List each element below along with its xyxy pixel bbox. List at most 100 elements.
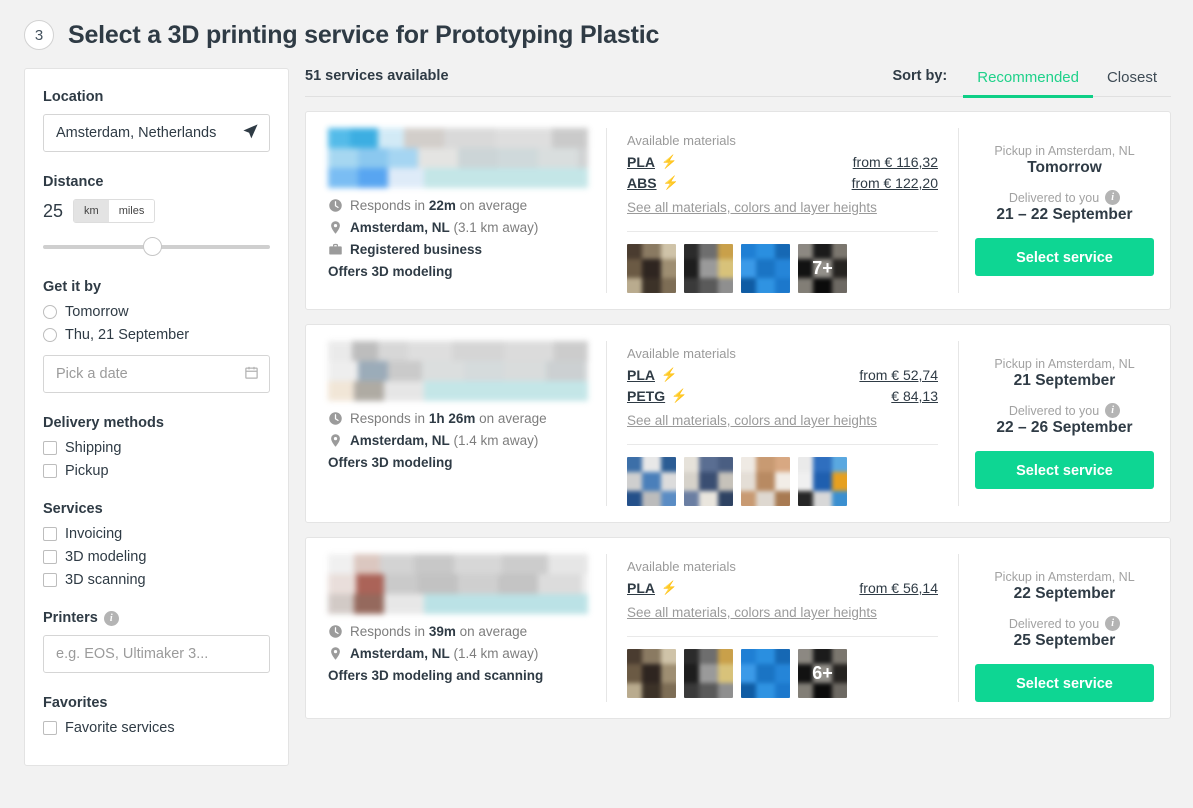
radio-option-thursday[interactable]: Thu, 21 September xyxy=(43,327,270,343)
select-service-button[interactable]: Select service xyxy=(975,238,1154,276)
distance-unit-toggle[interactable]: km miles xyxy=(73,199,156,223)
info-icon[interactable]: i xyxy=(1105,616,1121,631)
locate-arrow-icon[interactable] xyxy=(242,123,259,144)
service-cards-list: Responds in 22m on average Amsterdam, NL … xyxy=(305,111,1171,719)
sort-tab-closest[interactable]: Closest xyxy=(1093,69,1171,98)
printers-placeholder: e.g. EOS, Ultimaker 3... xyxy=(56,646,209,662)
material-row: PLA ⚡ from € 116,32 xyxy=(627,154,938,170)
material-name-link[interactable]: ABS xyxy=(627,175,657,191)
checkbox-icon[interactable] xyxy=(43,573,57,587)
service-photo-thumbnail[interactable] xyxy=(684,244,733,293)
service-photo-thumbnail[interactable] xyxy=(741,457,790,506)
select-service-button[interactable]: Select service xyxy=(975,664,1154,702)
offers-text: Offers 3D modeling xyxy=(328,264,453,279)
materials-and-photos: Available materials PLA ⚡ from € 52,74 PETG ⚡… xyxy=(606,341,958,506)
distance-slider[interactable] xyxy=(43,237,270,257)
availability-and-cta: Pickup in Amsterdam, NL 22 September Deliv… xyxy=(958,554,1170,702)
lightning-bolt-icon: ⚡ xyxy=(661,154,678,169)
see-all-materials-link[interactable]: See all materials, colors and layer heig… xyxy=(627,413,877,428)
checkbox-icon[interactable] xyxy=(43,721,57,735)
favorites-label: Favorites xyxy=(43,695,108,711)
material-price-link[interactable]: from € 116,32 xyxy=(853,154,938,170)
checkbox-option-shipping[interactable]: Shipping xyxy=(43,440,270,456)
checkbox-option-3d-modeling[interactable]: 3D modeling xyxy=(43,549,270,565)
calendar-icon[interactable] xyxy=(244,365,259,384)
service-name-banner xyxy=(328,128,588,188)
material-price-link[interactable]: from € 56,14 xyxy=(859,580,938,596)
printers-input[interactable]: e.g. EOS, Ultimaker 3... xyxy=(43,635,270,673)
service-summary: Responds in 22m on average Amsterdam, NL … xyxy=(306,128,606,293)
response-time-row: Responds in 39m on average xyxy=(328,624,588,639)
checkbox-option-favorite-services[interactable]: Favorite services xyxy=(43,720,270,736)
material-name-link[interactable]: PLA xyxy=(627,367,655,383)
material-name-link[interactable]: PLA xyxy=(627,154,655,170)
service-card[interactable]: Responds in 22m on average Amsterdam, NL … xyxy=(305,111,1171,310)
radio-icon[interactable] xyxy=(43,328,57,342)
location-value: Amsterdam, Netherlands xyxy=(56,125,217,141)
sort-controls: Sort by: Recommended Closest xyxy=(892,68,1171,98)
see-all-materials-link[interactable]: See all materials, colors and layer heig… xyxy=(627,605,877,620)
more-photos-badge[interactable]: 6+ xyxy=(798,649,847,698)
radio-option-tomorrow[interactable]: Tomorrow xyxy=(43,304,270,320)
see-all-materials-link[interactable]: See all materials, colors and layer heig… xyxy=(627,200,877,215)
checkbox-icon[interactable] xyxy=(43,550,57,564)
material-name-link[interactable]: PETG xyxy=(627,388,665,404)
radio-icon[interactable] xyxy=(43,305,57,319)
pickup-label: Pickup in Amsterdam, NL xyxy=(994,144,1135,158)
service-photo-thumbnail[interactable] xyxy=(627,244,676,293)
checkbox-icon[interactable] xyxy=(43,527,57,541)
results-column: 51 services available Sort by: Recommend… xyxy=(305,68,1171,719)
pick-a-date-input[interactable]: Pick a date xyxy=(43,355,270,393)
availability-and-cta: Pickup in Amsterdam, NL 21 September Deliv… xyxy=(958,341,1170,506)
material-name-link[interactable]: PLA xyxy=(627,580,655,596)
service-photo-thumbnail[interactable] xyxy=(684,649,733,698)
pickup-label: Pickup in Amsterdam, NL xyxy=(994,357,1135,371)
checkbox-icon[interactable] xyxy=(43,464,57,478)
location-input[interactable]: Amsterdam, Netherlands xyxy=(43,114,270,152)
response-time-text: Responds in 22m on average xyxy=(350,198,528,213)
info-icon[interactable]: i xyxy=(103,610,119,626)
materials-and-photos: Available materials PLA ⚡ from € 116,32 ABS ⚡… xyxy=(606,128,958,293)
select-service-button[interactable]: Select service xyxy=(975,451,1154,489)
sort-by-label: Sort by: xyxy=(892,68,948,84)
checkbox-label-pickup: Pickup xyxy=(65,463,109,479)
checkbox-label-3d-modeling: 3D modeling xyxy=(65,549,147,565)
response-time-row: Responds in 1h 26m on average xyxy=(328,411,588,426)
checkbox-option-3d-scanning[interactable]: 3D scanning xyxy=(43,572,270,588)
service-photo-thumbnail[interactable] xyxy=(627,457,676,506)
service-selection-page: 3 Select a 3D printing service for Proto… xyxy=(0,0,1193,808)
clock-icon xyxy=(328,198,343,213)
checkbox-label-shipping: Shipping xyxy=(65,440,122,456)
lightning-bolt-icon: ⚡ xyxy=(662,175,679,190)
printers-label: Printers i xyxy=(43,610,270,626)
info-icon[interactable]: i xyxy=(1105,190,1121,205)
material-row: ABS ⚡ from € 122,20 xyxy=(627,175,938,191)
sort-tab-recommended[interactable]: Recommended xyxy=(963,69,1093,98)
service-photo-thumbnail[interactable] xyxy=(741,649,790,698)
checkbox-option-pickup[interactable]: Pickup xyxy=(43,463,270,479)
more-photos-badge[interactable]: 7+ xyxy=(798,244,847,293)
service-photo-thumbnail[interactable] xyxy=(798,457,847,506)
service-card[interactable]: Responds in 39m on average Amsterdam, NL … xyxy=(305,537,1171,719)
registered-business-text: Registered business xyxy=(350,242,483,257)
service-photo-thumbnail[interactable]: 7+ xyxy=(798,244,847,293)
material-price-link[interactable]: € 84,13 xyxy=(891,388,938,404)
material-price-link[interactable]: from € 122,20 xyxy=(852,175,938,191)
delivery-label-row: Delivered to you i xyxy=(975,403,1154,418)
lightning-bolt-icon: ⚡ xyxy=(661,580,678,595)
checkbox-icon[interactable] xyxy=(43,441,57,455)
unit-km[interactable]: km xyxy=(74,200,109,222)
availability-and-cta: Pickup in Amsterdam, NL Tomorrow Delivered… xyxy=(958,128,1170,293)
service-photo-thumbnail[interactable] xyxy=(684,457,733,506)
unit-miles[interactable]: miles xyxy=(108,200,155,222)
service-photo-thumbnail[interactable] xyxy=(741,244,790,293)
service-card[interactable]: Responds in 1h 26m on average Amsterdam, … xyxy=(305,324,1171,523)
material-row: PLA ⚡ from € 56,14 xyxy=(627,580,938,596)
slider-thumb[interactable] xyxy=(142,237,162,256)
service-photo-thumbnail[interactable] xyxy=(627,649,676,698)
service-photo-thumbnail[interactable]: 6+ xyxy=(798,649,847,698)
material-price-link[interactable]: from € 52,74 xyxy=(859,367,938,383)
info-icon[interactable]: i xyxy=(1105,403,1121,418)
radio-label-thursday: Thu, 21 September xyxy=(65,327,190,343)
checkbox-option-invoicing[interactable]: Invoicing xyxy=(43,526,270,542)
